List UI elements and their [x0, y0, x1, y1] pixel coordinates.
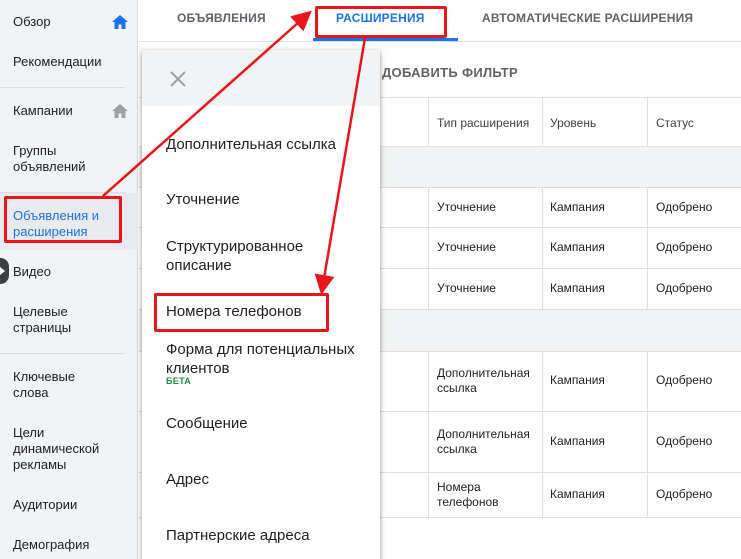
header-status[interactable]: Статус — [656, 116, 694, 130]
table-cell-level: Кампания — [550, 434, 605, 448]
header-level[interactable]: Уровень — [550, 116, 596, 130]
table-cell-level: Кампания — [550, 487, 605, 501]
sidebar-divider — [0, 353, 125, 354]
sidebar-divider — [0, 87, 125, 88]
table-cell-type: Уточнение — [437, 281, 496, 295]
table-cell-level: Кампания — [550, 240, 605, 254]
tab-selected-indicator — [313, 38, 458, 41]
add-filter-button[interactable]: ДОБАВИТЬ ФИЛЬТР — [382, 65, 518, 80]
table-cell-level: Кампания — [550, 281, 605, 295]
annotation-box-menu-item — [154, 293, 329, 332]
home-icon-grey[interactable] — [112, 104, 128, 118]
sidebar-item-audiences[interactable]: Аудитории — [13, 497, 133, 513]
table-cell-type: Уточнение — [437, 200, 496, 214]
sidebar-divider — [0, 192, 125, 193]
sidebar-nav: Обзор Рекомендации Кампании Группы объяв… — [0, 0, 138, 559]
sidebar-item-dynamic-targets[interactable]: Цели динамической рекламы — [13, 425, 108, 473]
sidebar-item-ad-groups[interactable]: Группы объявлений — [13, 143, 113, 175]
tab-ads[interactable]: ОБЪЯВЛЕНИЯ — [177, 11, 266, 25]
menu-header — [142, 50, 380, 106]
table-cell-status: Одобрено — [656, 434, 713, 448]
annotation-box-sidebar — [4, 196, 122, 243]
sidebar-item-landing-pages[interactable]: Целевые страницы — [13, 304, 83, 336]
collapse-sidebar-button[interactable] — [0, 258, 9, 284]
menu-item-lead-form[interactable]: Форма для потенциальных клиентов — [166, 340, 356, 378]
sidebar-item-video[interactable]: Видео — [13, 264, 133, 280]
tab-auto-extensions[interactable]: АВТОМАТИЧЕСКИЕ РАСШИРЕНИЯ — [482, 11, 693, 25]
close-icon[interactable] — [166, 67, 190, 91]
table-cell-status: Одобрено — [656, 281, 713, 295]
menu-item-affiliate-location[interactable]: Партнерские адреса — [166, 526, 366, 545]
sidebar-item-demographics[interactable]: Демография — [13, 537, 133, 553]
header-extension-type[interactable]: Тип расширения — [437, 116, 529, 130]
menu-item-message[interactable]: Сообщение — [166, 414, 366, 433]
table-cell-type: Уточнение — [437, 240, 496, 254]
home-icon[interactable] — [112, 15, 128, 29]
table-cell-status: Одобрено — [656, 373, 713, 387]
table-cell-status: Одобрено — [656, 240, 713, 254]
menu-item-location[interactable]: Адрес — [166, 470, 366, 489]
menu-item-structured-snippet[interactable]: Структурированное описание — [166, 237, 316, 275]
table-cell-level: Кампания — [550, 373, 605, 387]
table-cell-type: Дополнительная ссылка — [437, 366, 530, 395]
sidebar-item-recommendations[interactable]: Рекомендации — [13, 54, 133, 70]
menu-item-callout[interactable]: Уточнение — [166, 190, 366, 209]
table-cell-type: Номера телефонов — [437, 480, 499, 509]
menu-item-sitelink[interactable]: Дополнительная ссылка — [166, 135, 366, 154]
sidebar-item-keywords[interactable]: Ключевые слова — [13, 369, 93, 401]
beta-badge: БЕТА — [166, 376, 192, 386]
table-cell-status: Одобрено — [656, 487, 713, 501]
table-cell-level: Кампания — [550, 200, 605, 214]
annotation-box-tab — [315, 6, 447, 38]
table-cell-type: Дополнительная ссылка — [437, 427, 530, 456]
table-cell-status: Одобрено — [656, 200, 713, 214]
